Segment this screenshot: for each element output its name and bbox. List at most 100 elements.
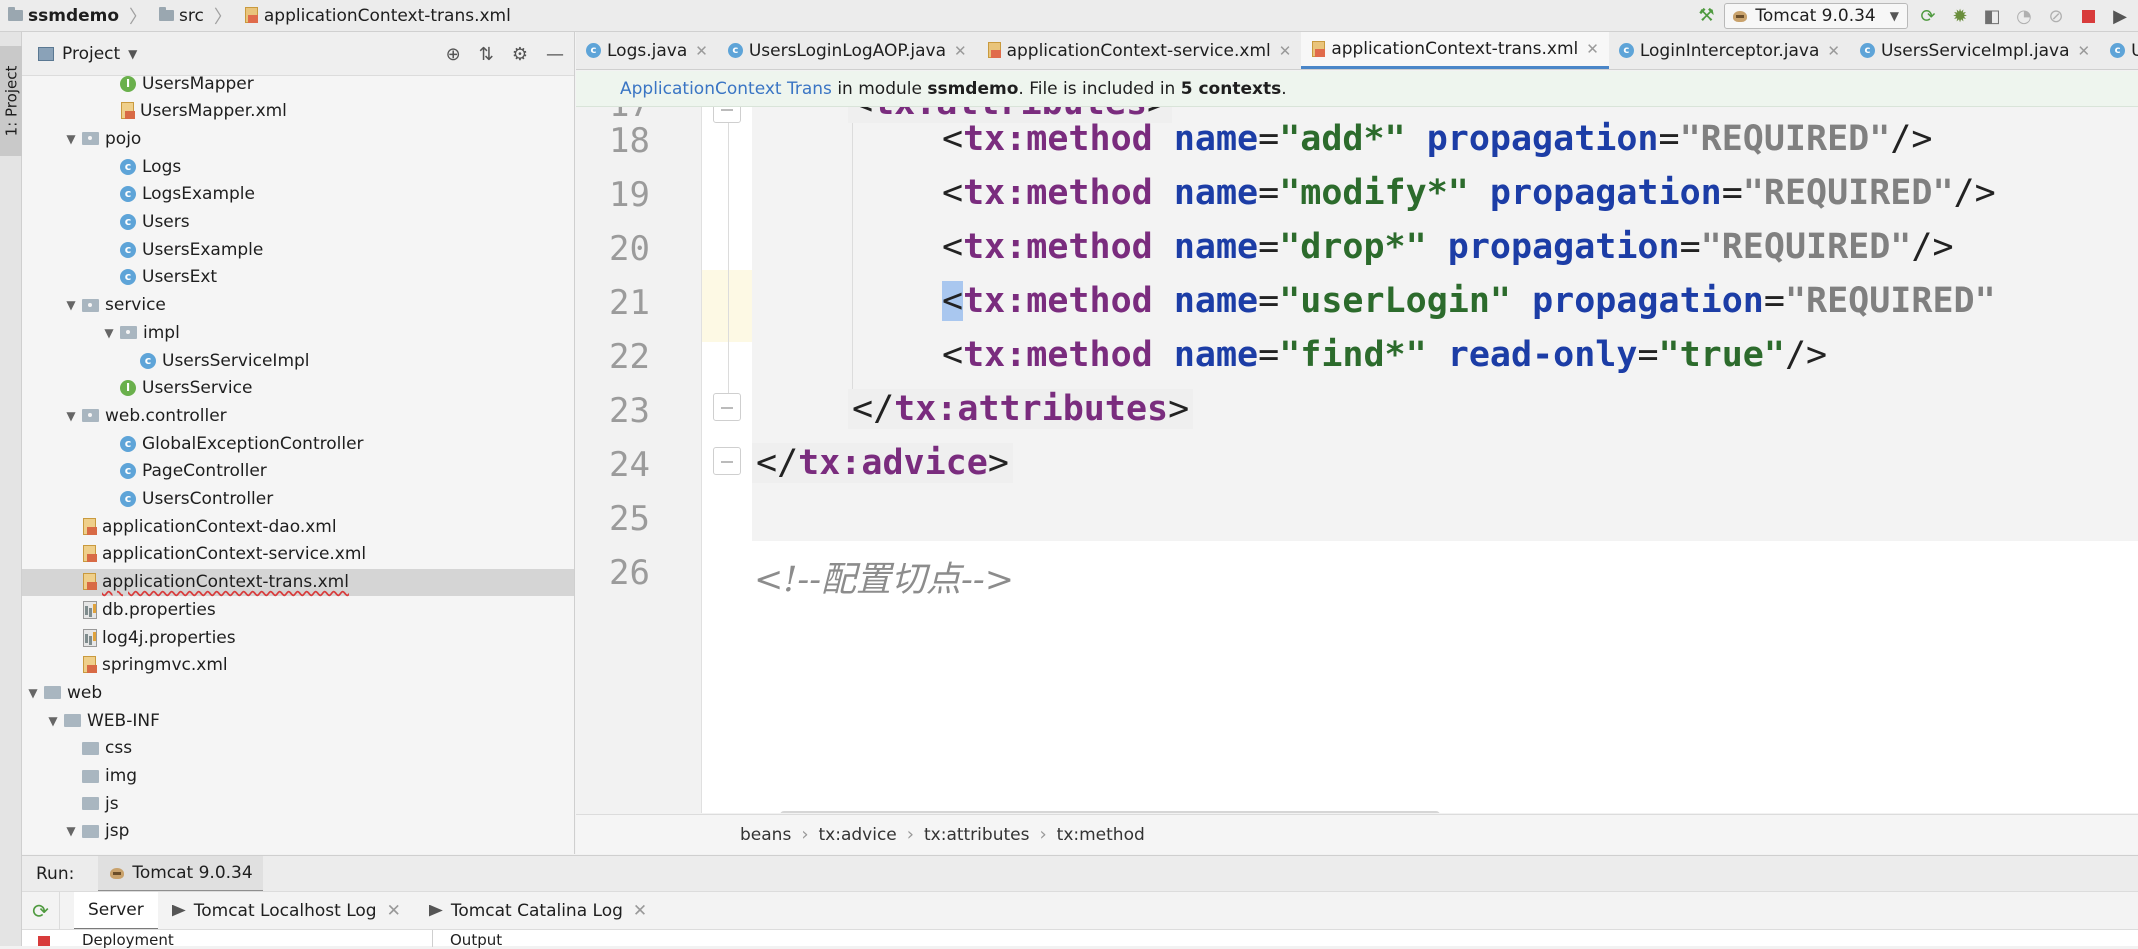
coverage-icon[interactable]: ◧: [1980, 4, 2004, 28]
code-line-24[interactable]: </tx:advice>: [752, 443, 1013, 483]
editor-tab[interactable]: applicationContext-trans.xml ✕: [1301, 32, 1609, 69]
expand-arrow-icon[interactable]: ▼: [64, 132, 78, 146]
fold-marker[interactable]: [713, 107, 741, 123]
tree-item[interactable]: ▼ WEB-INF: [46, 707, 159, 734]
tree-item[interactable]: c PageController: [120, 458, 267, 485]
tree-item[interactable]: c LogsExample: [120, 181, 255, 208]
chevron-down-icon[interactable]: ▼: [128, 47, 137, 61]
expand-arrow-icon[interactable]: ▼: [64, 409, 78, 423]
code-editor[interactable]: 17 18 19 20 21 22 23 24 25 26 <tx:attrib…: [576, 107, 2138, 813]
editor-tab[interactable]: c Logs.java ✕: [576, 32, 718, 69]
gear-icon[interactable]: ⚙: [512, 44, 528, 65]
tree-item[interactable]: I UsersService: [120, 375, 252, 402]
minimize-icon[interactable]: —: [546, 44, 564, 65]
editor-horizontal-scrollbar[interactable]: [780, 811, 1440, 813]
code-line-20[interactable]: <tx:method name="drop*" propagation="REQ…: [942, 227, 1954, 267]
code-line-22[interactable]: <tx:method name="find*" read-only="true"…: [942, 335, 1827, 375]
code-crumb[interactable]: beans: [740, 825, 791, 845]
editor-tab[interactable]: c UsersServiceImpl.java ✕: [1850, 32, 2100, 69]
tree-item[interactable]: UsersMapper.xml: [120, 98, 287, 125]
editor-tab[interactable]: c UsersControlle: [2100, 32, 2138, 69]
code-line-18[interactable]: <tx:method name="add*" propagation="REQU…: [942, 119, 1932, 159]
expand-arrow-icon[interactable]: ▼: [64, 824, 78, 838]
tree-item[interactable]: ▼ impl: [102, 319, 179, 346]
code-crumb[interactable]: tx:advice: [819, 825, 897, 845]
code-crumb[interactable]: tx:method: [1057, 825, 1145, 845]
tree-item[interactable]: applicationContext-dao.xml: [82, 513, 337, 540]
expand-arrow-icon[interactable]: ▼: [102, 326, 116, 340]
rerun-icon[interactable]: ⟳: [1916, 4, 1940, 28]
debug-icon[interactable]: ✹: [1948, 4, 1972, 28]
tab-localhost-log[interactable]: Tomcat Localhost Log ✕: [158, 892, 415, 930]
attach-icon[interactable]: ⊘: [2044, 4, 2068, 28]
tab-server[interactable]: Server: [74, 891, 158, 930]
nav-separator: 〉: [213, 6, 232, 28]
collapse-all-icon[interactable]: ⇅: [479, 44, 494, 65]
code-line-23[interactable]: </tx:attributes>: [848, 389, 1194, 429]
tree-item[interactable]: log4j.properties: [82, 624, 236, 651]
editor-tab[interactable]: c UsersLoginLogAOP.java ✕: [718, 32, 977, 69]
close-icon[interactable]: ✕: [387, 901, 401, 921]
tree-item[interactable]: ▼ pojo: [64, 125, 141, 152]
tree-item[interactable]: c GlobalExceptionController: [120, 430, 364, 457]
tree-item[interactable]: applicationContext-service.xml: [82, 541, 366, 568]
expand-arrow-icon[interactable]: ▼: [64, 298, 78, 312]
tree-item[interactable]: c UsersController: [120, 486, 273, 513]
close-icon[interactable]: ✕: [1279, 42, 1292, 60]
profile-icon[interactable]: ◔: [2012, 4, 2036, 28]
code-crumb[interactable]: tx:attributes: [924, 825, 1029, 845]
editor-tab[interactable]: c LoginInterceptor.java ✕: [1609, 32, 1850, 69]
tree-item[interactable]: I UsersMapper: [120, 70, 254, 97]
tree-item[interactable]: img: [82, 763, 137, 790]
tree-item[interactable]: ▼ service: [64, 292, 166, 319]
nav-src[interactable]: src: [151, 0, 210, 32]
tree-item[interactable]: c UsersExample: [120, 236, 263, 263]
stop-icon[interactable]: [2076, 4, 2100, 28]
tree-item[interactable]: c UsersServiceImpl: [140, 347, 310, 374]
nav-file[interactable]: applicationContext-trans.xml: [236, 0, 517, 32]
run-config-select[interactable]: Tomcat 9.0.34 ▼: [1724, 3, 1908, 29]
tree-item[interactable]: css: [82, 735, 132, 762]
tree-item[interactable]: springmvc.xml: [82, 652, 228, 679]
rerun-icon[interactable]: ⟳: [22, 891, 60, 930]
class-icon: c: [120, 463, 136, 480]
locate-icon[interactable]: ⊕: [446, 44, 461, 65]
xml-file-icon: [82, 517, 98, 536]
tree-item[interactable]: ▼ web: [26, 679, 102, 706]
tree-item[interactable]: c Users: [120, 209, 190, 236]
code-line-26[interactable]: <!--配置切点-->: [754, 551, 1014, 602]
tree-item[interactable]: ▼ web.controller: [64, 402, 226, 429]
close-icon[interactable]: ✕: [1827, 42, 1840, 60]
tree-item[interactable]: db.properties: [82, 596, 216, 623]
tree-item[interactable]: ▼ jsp: [64, 818, 129, 845]
tree-item[interactable]: applicationContext-trans.xml: [82, 569, 349, 596]
expand-arrow-icon[interactable]: ▼: [46, 714, 60, 728]
expand-arrow-icon[interactable]: ▼: [26, 686, 40, 700]
tree-item[interactable]: c UsersExt: [120, 264, 217, 291]
close-icon[interactable]: ✕: [695, 42, 708, 60]
code-line-21[interactable]: <tx:method name="userLogin" propagation=…: [942, 281, 1996, 321]
nav-project[interactable]: ssmdemo: [0, 0, 125, 32]
notification-link[interactable]: ApplicationContext Trans: [620, 79, 832, 99]
code-line-19[interactable]: <tx:method name="modify*" propagation="R…: [942, 173, 1996, 213]
close-icon[interactable]: ✕: [2078, 42, 2091, 60]
fold-marker[interactable]: [713, 393, 741, 421]
tree-item[interactable]: js: [82, 790, 119, 817]
editor-tab[interactable]: applicationContext-service.xml ✕: [977, 32, 1302, 69]
more-icon[interactable]: ▶: [2108, 4, 2132, 28]
project-panel-title[interactable]: Project: [62, 44, 120, 64]
left-tool-stripe: 1: Project: [0, 32, 22, 946]
fold-marker[interactable]: [713, 447, 741, 475]
run-config-tab[interactable]: Tomcat 9.0.34: [98, 855, 263, 892]
tab-catalina-log[interactable]: Tomcat Catalina Log ✕: [415, 892, 661, 930]
close-icon[interactable]: ✕: [954, 42, 967, 60]
build-hammer-icon[interactable]: ⚒: [1696, 6, 1716, 26]
close-icon[interactable]: ✕: [1586, 40, 1599, 58]
stripe-project-button[interactable]: 1: Project: [0, 46, 22, 156]
tree-item-label: UsersMapper: [142, 73, 254, 94]
close-icon[interactable]: ✕: [633, 901, 647, 921]
stop-icon[interactable]: [38, 936, 50, 946]
folder-icon: [82, 797, 99, 811]
tree-item[interactable]: c Logs: [120, 153, 181, 180]
run-panel-columns: Deployment Output: [22, 929, 2138, 949]
